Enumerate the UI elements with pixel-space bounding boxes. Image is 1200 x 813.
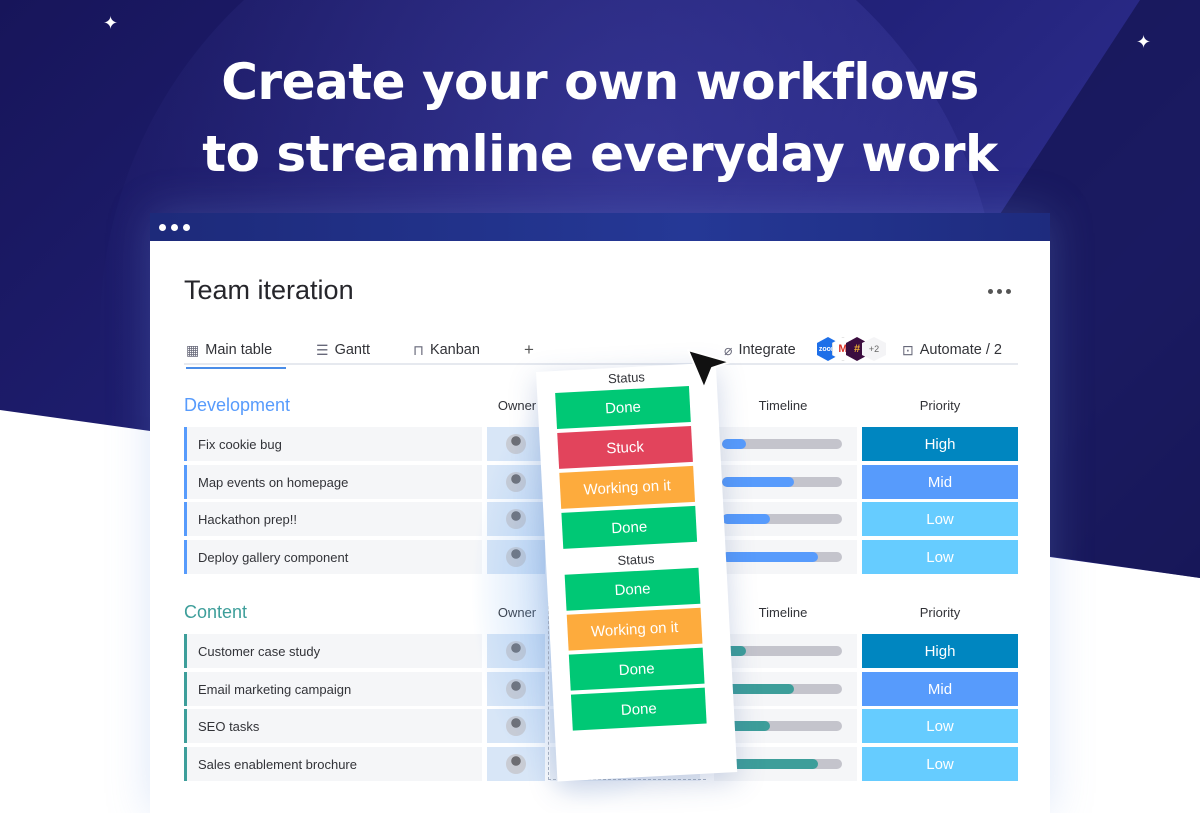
- owner-cell[interactable]: [487, 747, 545, 781]
- owner-cell[interactable]: [487, 540, 545, 574]
- timeline-progress: [722, 514, 770, 524]
- board-title: Team iteration: [184, 275, 354, 305]
- timeline-cell[interactable]: [714, 672, 857, 706]
- owner-cell[interactable]: [487, 672, 545, 706]
- status-label[interactable]: Stuck: [557, 425, 693, 469]
- owner-cell[interactable]: [487, 427, 545, 461]
- timeline-progress: [722, 477, 794, 487]
- group-title[interactable]: Development: [184, 395, 290, 416]
- window-dot-icon: [183, 223, 190, 231]
- item-name[interactable]: Deploy gallery component: [184, 540, 482, 574]
- item-name[interactable]: SEO tasks: [184, 709, 482, 743]
- group-title[interactable]: Content: [184, 602, 247, 623]
- integrate-button[interactable]: ⌀ Integrate: [724, 339, 796, 361]
- tab-label: Main table: [205, 342, 273, 358]
- avatar: [506, 472, 526, 492]
- status-label[interactable]: Working on it: [566, 607, 703, 651]
- timeline-bar: [722, 646, 842, 656]
- more-horizontal-icon[interactable]: [988, 289, 1011, 294]
- view-tabs: ▦ Main table ☰ Gantt ⊓ Kanban + ⌀ Integr…: [184, 333, 1018, 369]
- priority-label[interactable]: Low: [862, 502, 1018, 536]
- avatar: [506, 434, 526, 454]
- priority-label[interactable]: Mid: [862, 465, 1018, 499]
- gantt-icon: ☰: [316, 341, 329, 358]
- priority-label[interactable]: Low: [862, 709, 1018, 743]
- timeline-cell[interactable]: [714, 634, 857, 668]
- headline: Create your own workflows to streamline …: [0, 46, 1200, 190]
- timeline-cell[interactable]: [714, 540, 857, 574]
- priority-label[interactable]: High: [862, 427, 1018, 461]
- headline-line-1: Create your own workflows: [221, 53, 979, 111]
- item-name[interactable]: Hackathon prep!!: [184, 502, 482, 536]
- avatar: [506, 547, 526, 567]
- automate-label: Automate / 2: [919, 342, 1002, 358]
- timeline-bar: [722, 439, 842, 449]
- status-label[interactable]: Done: [570, 687, 707, 731]
- column-header-owner: Owner: [497, 605, 537, 620]
- tab-label: Gantt: [334, 342, 371, 358]
- priority-label[interactable]: Low: [862, 540, 1018, 574]
- dragged-status-column[interactable]: Status Done Stuck Working on it Done Status Do…: [536, 362, 738, 782]
- column-header-timeline: Timeline: [758, 605, 808, 620]
- timeline-progress: [722, 439, 746, 449]
- tab-main-table[interactable]: ▦ Main table: [186, 339, 287, 369]
- tab-kanban[interactable]: ⊓ Kanban: [413, 339, 480, 361]
- timeline-cell[interactable]: [714, 427, 857, 461]
- timeline-bar: [722, 477, 842, 487]
- sparkle-icon: ✦: [103, 13, 119, 33]
- kanban-icon: ⊓: [413, 341, 424, 358]
- avatar: [506, 716, 526, 736]
- more-apps-badge: +2: [862, 337, 886, 361]
- integration-apps[interactable]: zoom M # +2: [817, 337, 889, 361]
- timeline-bar: [722, 721, 842, 731]
- column-header-timeline: Timeline: [758, 398, 808, 413]
- headline-line-2: to streamline everyday work: [202, 125, 998, 183]
- owner-cell[interactable]: [487, 709, 545, 743]
- plus-icon: +: [524, 340, 534, 359]
- status-label[interactable]: Done: [564, 567, 701, 611]
- timeline-cell[interactable]: [714, 502, 857, 536]
- tab-label: Kanban: [429, 342, 480, 358]
- status-column-header: Status: [617, 551, 655, 568]
- status-label[interactable]: Done: [561, 505, 698, 549]
- avatar: [506, 641, 526, 661]
- window-dot-icon: [159, 223, 166, 231]
- item-name[interactable]: Sales enablement brochure: [184, 747, 482, 781]
- owner-cell[interactable]: [487, 634, 545, 668]
- automate-button[interactable]: ⊡ Automate / 2: [902, 339, 1002, 361]
- robot-icon: ⊡: [902, 341, 914, 358]
- column-header-priority: Priority: [919, 605, 961, 620]
- add-view-button[interactable]: +: [524, 339, 534, 361]
- window-titlebar: [150, 213, 1050, 241]
- mouse-pointer-icon: [687, 349, 731, 389]
- timeline-bar: [722, 552, 842, 562]
- avatar: [506, 754, 526, 774]
- integrate-label: Integrate: [738, 342, 796, 358]
- priority-label[interactable]: Low: [862, 747, 1018, 781]
- status-label[interactable]: Done: [555, 386, 691, 429]
- item-name[interactable]: Fix cookie bug: [184, 427, 482, 461]
- status-label[interactable]: Done: [568, 647, 705, 691]
- timeline-bar: [722, 684, 842, 694]
- status-label[interactable]: Working on it: [559, 465, 696, 509]
- window-dot-icon: [171, 223, 178, 231]
- timeline-cell[interactable]: [714, 465, 857, 499]
- column-header-priority: Priority: [919, 398, 961, 413]
- tab-gantt[interactable]: ☰ Gantt: [316, 339, 370, 361]
- table-icon: ▦: [186, 341, 200, 358]
- timeline-bar: [722, 759, 842, 769]
- item-name[interactable]: Email marketing campaign: [184, 672, 482, 706]
- owner-cell[interactable]: [487, 502, 545, 536]
- priority-label[interactable]: Mid: [862, 672, 1018, 706]
- priority-label[interactable]: High: [862, 634, 1018, 668]
- item-name[interactable]: Customer case study: [184, 634, 482, 668]
- avatar: [506, 679, 526, 699]
- timeline-progress: [722, 552, 818, 562]
- owner-cell[interactable]: [487, 465, 545, 499]
- timeline-bar: [722, 514, 842, 524]
- avatar: [506, 509, 526, 529]
- item-name[interactable]: Map events on homepage: [184, 465, 482, 499]
